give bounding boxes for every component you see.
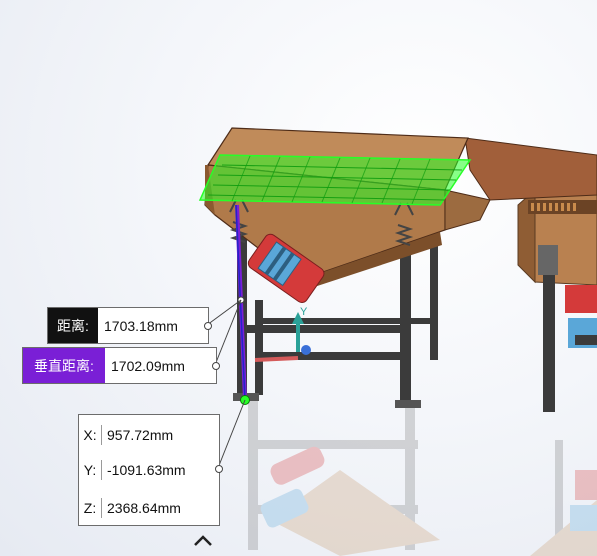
- discharge-chute: [464, 137, 597, 201]
- coordinate-x-row: X: 957.72mm: [79, 425, 219, 445]
- vertical-distance-connector-icon: [212, 362, 220, 370]
- coordinate-y-row: Y: -1091.63mm: [79, 460, 219, 480]
- point-coordinates-callout[interactable]: X: 957.72mm Y: -1091.63mm Z: 2368.64mm: [78, 414, 220, 526]
- distance-connector-icon: [204, 322, 212, 330]
- coordinate-x-value: 957.72mm: [107, 427, 174, 443]
- triad-y-label: Y: [300, 306, 308, 318]
- distance-callout[interactable]: 距离: 1703.18mm: [47, 307, 209, 344]
- vertical-distance-value: 1702.09mm: [111, 357, 185, 374]
- coordinate-y-value: -1091.63mm: [107, 462, 186, 478]
- selected-screen-face: [198, 154, 472, 206]
- floor-reflection: [248, 400, 597, 556]
- distance-value: 1703.18mm: [104, 317, 178, 334]
- coordinate-z-row: Z: 2368.64mm: [79, 498, 219, 518]
- screen-hopper: [204, 127, 491, 290]
- coordinate-z-value: 2368.64mm: [107, 500, 181, 516]
- coordinate-z-axis: Z:: [83, 500, 97, 516]
- second-screen-machine: [517, 177, 597, 412]
- coordinate-y-axis: Y:: [83, 462, 97, 478]
- vertical-distance-label: 垂直距离:: [23, 348, 105, 383]
- distance-label: 距离:: [48, 308, 98, 343]
- coordinate-x-axis: X:: [83, 427, 97, 443]
- coordinates-connector-icon: [215, 465, 223, 473]
- vertical-distance-callout[interactable]: 垂直距离: 1702.09mm: [22, 347, 217, 384]
- chevron-up-icon[interactable]: [192, 532, 214, 548]
